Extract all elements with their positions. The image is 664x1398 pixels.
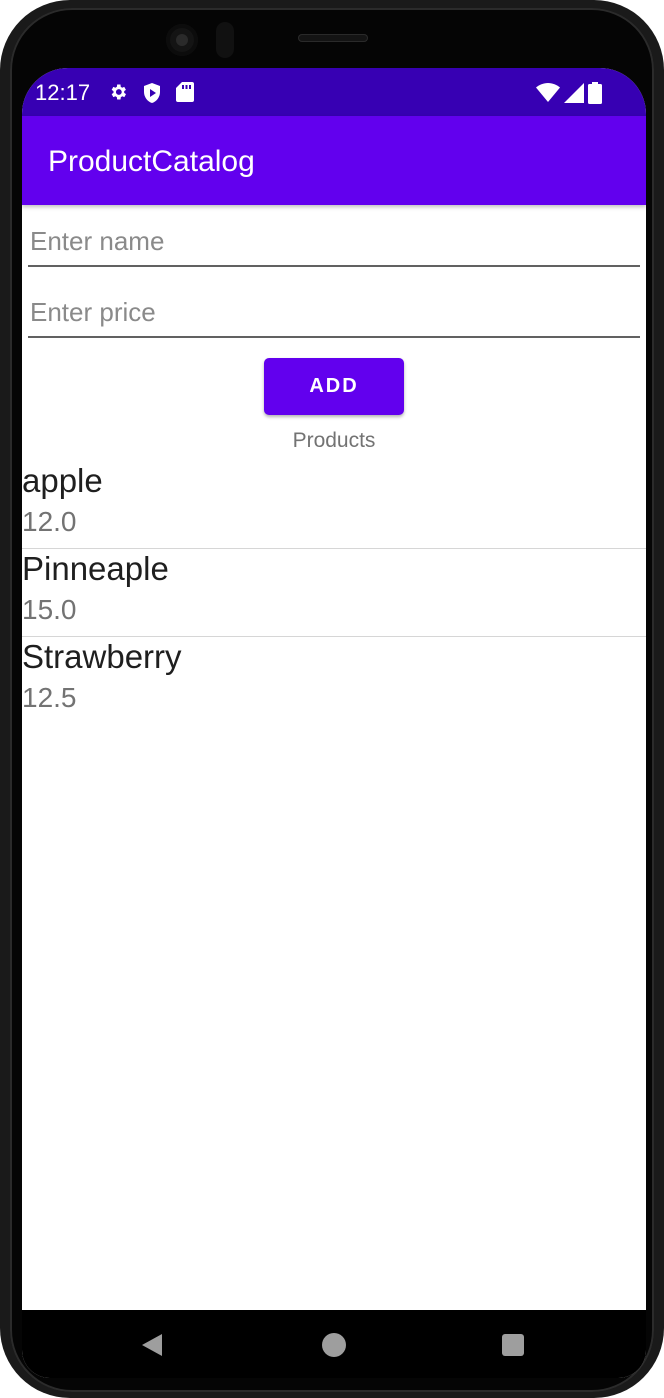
phone-frame: 12:17 ProductCatalog Enter name Enter pr… bbox=[0, 0, 664, 1398]
screen: 12:17 ProductCatalog Enter name Enter pr… bbox=[22, 68, 646, 1378]
name-input[interactable] bbox=[28, 219, 644, 263]
status-system-icons bbox=[536, 82, 602, 104]
product-list: apple 12.0 Pinneaple 15.0 Strawberry 12.… bbox=[22, 461, 646, 724]
product-name: apple bbox=[22, 462, 103, 499]
signal-icon bbox=[564, 83, 584, 103]
front-camera bbox=[166, 24, 198, 56]
wifi-icon bbox=[536, 83, 560, 103]
status-time: 12:17 bbox=[35, 80, 91, 105]
list-item[interactable]: Pinneaple 15.0 bbox=[22, 549, 646, 637]
product-name: Strawberry bbox=[22, 638, 182, 675]
name-field[interactable] bbox=[28, 219, 644, 267]
products-heading: Products bbox=[292, 429, 376, 452]
status-bar: 12:17 bbox=[22, 68, 646, 116]
price-input[interactable] bbox=[28, 290, 644, 334]
earpiece-speaker bbox=[298, 34, 368, 42]
settings-icon bbox=[108, 82, 128, 104]
battery-icon bbox=[588, 82, 602, 104]
product-price: 12.0 bbox=[22, 506, 77, 537]
add-button[interactable]: ADD bbox=[264, 358, 404, 415]
app-bar: ProductCatalog bbox=[22, 116, 646, 205]
recents-icon[interactable] bbox=[498, 1330, 528, 1360]
list-item[interactable]: Strawberry 12.5 bbox=[22, 637, 646, 724]
price-field[interactable] bbox=[28, 290, 644, 338]
sd-card-icon bbox=[176, 82, 194, 104]
product-price: 12.5 bbox=[22, 682, 77, 713]
status-notification-icons bbox=[108, 82, 194, 104]
navigation-bar bbox=[22, 1310, 646, 1378]
proximity-sensor bbox=[216, 22, 234, 58]
home-icon[interactable] bbox=[319, 1330, 349, 1360]
app-title: ProductCatalog bbox=[48, 145, 255, 178]
back-icon[interactable] bbox=[136, 1330, 166, 1360]
product-price: 15.0 bbox=[22, 594, 77, 625]
product-name: Pinneaple bbox=[22, 550, 169, 587]
shield-play-icon bbox=[142, 82, 162, 104]
list-item[interactable]: apple 12.0 bbox=[22, 461, 646, 549]
